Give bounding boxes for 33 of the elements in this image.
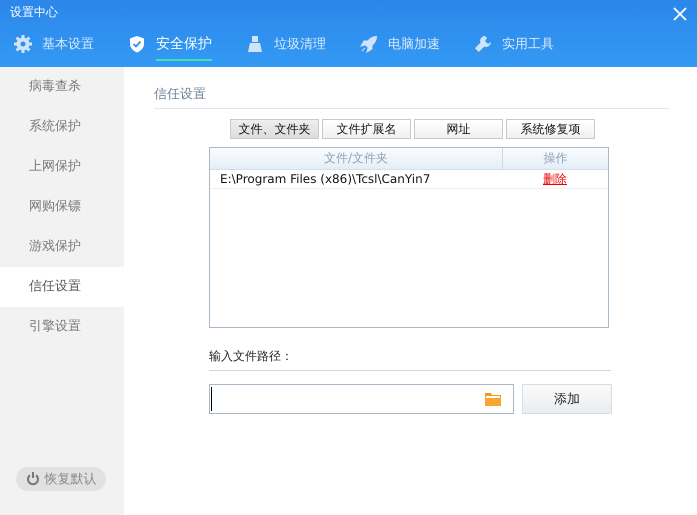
sidebar-item[interactable]: 网购保镖: [0, 187, 124, 227]
delete-link[interactable]: 删除: [543, 172, 567, 186]
filter-tab[interactable]: 文件、文件夹: [230, 119, 319, 139]
text-cursor: [211, 387, 212, 411]
nav-tab[interactable]: 电脑加速: [360, 26, 440, 65]
nav-tab[interactable]: 垃圾清理: [246, 26, 326, 65]
gear-icon: [14, 35, 32, 53]
column-header: 文件/文件夹: [210, 148, 503, 169]
window-title: 设置中心: [10, 4, 58, 20]
filter-tab[interactable]: 网址: [414, 119, 503, 139]
sidebar-item[interactable]: 系统保护: [0, 107, 124, 147]
nav-tab[interactable]: 实用工具: [474, 26, 554, 65]
close-icon[interactable]: [673, 7, 687, 21]
table-cell-text: E:\Program Files (x86)\Tcsl\CanYin7: [219, 171, 432, 188]
filter-tab[interactable]: 文件扩展名: [322, 119, 411, 139]
sidebar-item[interactable]: 上网保护: [0, 147, 124, 187]
sidebar-item[interactable]: 病毒查杀: [0, 67, 124, 107]
sidebar-item[interactable]: 引擎设置: [0, 307, 124, 347]
section-title: 信任设置: [154, 85, 669, 109]
path-input-field[interactable]: [209, 384, 514, 414]
folder-icon[interactable]: [485, 392, 501, 406]
nav-tab[interactable]: 安全保护: [128, 26, 212, 65]
rocket-icon: [360, 35, 378, 53]
add-button[interactable]: 添加: [522, 384, 612, 414]
sidebar-item[interactable]: 游戏保护: [0, 227, 124, 267]
restore-default-button[interactable]: 恢复默认: [16, 467, 106, 491]
column-header: 操作: [542, 150, 568, 167]
sidebar-item[interactable]: 信任设置: [0, 267, 124, 307]
shield-check-icon: [128, 35, 146, 53]
wrench-icon: [474, 35, 492, 53]
filter-tab[interactable]: 系统修复项: [506, 119, 595, 139]
path-label: 输入文件路径：: [209, 348, 611, 371]
nav-tab[interactable]: 基本设置: [14, 26, 94, 65]
